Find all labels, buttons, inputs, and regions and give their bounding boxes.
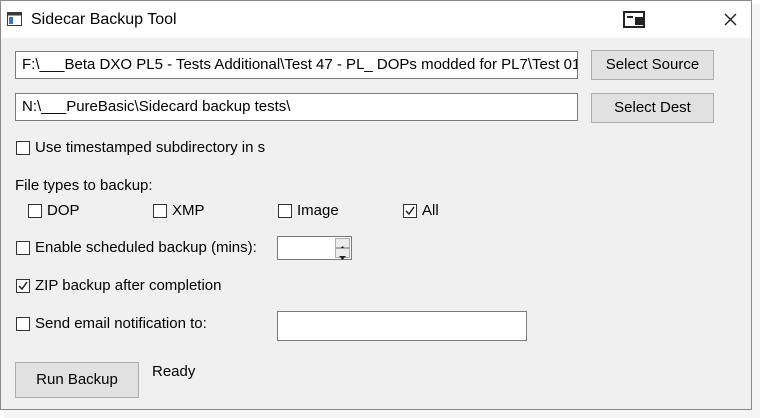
timestamped-label: Use timestamped subdirectory in s xyxy=(35,139,265,156)
image-label: Image xyxy=(297,202,339,219)
checkmark-icon xyxy=(405,206,415,216)
title-bar[interactable]: Sidecar Backup Tool xyxy=(1,1,751,38)
checkmark-icon xyxy=(18,281,28,291)
xmp-label: XMP xyxy=(172,202,205,219)
scheduled-label: Enable scheduled backup (mins): xyxy=(35,239,257,256)
close-icon[interactable] xyxy=(713,5,747,33)
scheduled-minutes-input[interactable] xyxy=(277,236,352,260)
spin-down-button[interactable] xyxy=(335,248,350,260)
xmp-checkbox[interactable] xyxy=(153,204,167,218)
all-label: All xyxy=(422,202,439,219)
tray-window-icon[interactable] xyxy=(623,11,647,29)
dop-checkbox[interactable] xyxy=(28,204,42,218)
source-path-input[interactable]: F:\___Beta DXO PL5 - Tests Additional\Te… xyxy=(15,51,578,79)
image-checkbox[interactable] xyxy=(278,204,292,218)
file-types-label: File types to backup: xyxy=(15,177,153,194)
spin-up-button[interactable] xyxy=(335,238,350,250)
select-dest-button[interactable]: Select Dest xyxy=(591,93,714,123)
zip-checkbox[interactable] xyxy=(16,279,30,293)
email-label: Send email notification to: xyxy=(35,315,207,332)
window-title: Sidecar Backup Tool xyxy=(31,11,177,28)
run-backup-button[interactable]: Run Backup xyxy=(15,362,139,398)
client-area: F:\___Beta DXO PL5 - Tests Additional\Te… xyxy=(1,38,751,409)
dop-label: DOP xyxy=(47,202,80,219)
app-window-icon xyxy=(7,12,22,26)
dest-path-input[interactable]: N:\___PureBasic\Sidecard backup tests\ xyxy=(15,93,578,121)
status-text: Ready xyxy=(152,363,196,380)
scheduled-checkbox[interactable] xyxy=(16,241,30,255)
timestamped-checkbox[interactable] xyxy=(16,141,30,155)
arrow-down-icon xyxy=(339,256,346,260)
app-window: Sidecar Backup Tool F:\___Beta DXO PL5 -… xyxy=(0,0,752,410)
email-checkbox[interactable] xyxy=(16,317,30,331)
zip-label: ZIP backup after completion xyxy=(35,277,222,294)
select-source-button[interactable]: Select Source xyxy=(591,50,714,80)
email-input[interactable] xyxy=(277,311,527,341)
all-checkbox[interactable] xyxy=(403,204,417,218)
